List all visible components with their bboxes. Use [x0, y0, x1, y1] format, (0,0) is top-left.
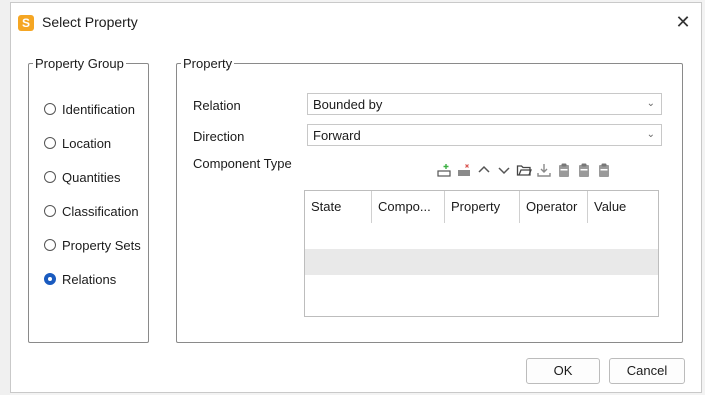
- property-group-legend: Property Group: [35, 56, 124, 71]
- delete-row-icon[interactable]: [455, 160, 473, 180]
- radio-property-sets[interactable]: Property Sets: [44, 235, 141, 255]
- ok-button[interactable]: OK: [526, 358, 600, 384]
- radio-relations[interactable]: Relations: [44, 269, 116, 289]
- property-legend: Property: [183, 56, 233, 71]
- relation-dropdown[interactable]: Bounded by ⌄: [307, 93, 662, 115]
- clipboard-icon[interactable]: [555, 160, 573, 180]
- direction-dropdown[interactable]: Forward ⌄: [307, 124, 662, 146]
- radio-label: Identification: [62, 101, 135, 117]
- add-row-icon[interactable]: [435, 160, 453, 180]
- column-header-component[interactable]: Compo...: [372, 191, 445, 223]
- download-icon[interactable]: [535, 160, 553, 180]
- column-header-property[interactable]: Property: [445, 191, 520, 223]
- app-logo-icon: S: [18, 15, 34, 31]
- relation-value: Bounded by: [313, 97, 383, 112]
- chevron-down-icon: ⌄: [646, 129, 655, 140]
- column-header-value[interactable]: Value: [588, 191, 658, 223]
- table-row[interactable]: [305, 249, 658, 275]
- radio-button[interactable]: [44, 171, 56, 183]
- radio-button[interactable]: [44, 103, 56, 115]
- clipboard-icon[interactable]: [595, 160, 613, 180]
- radio-quantities[interactable]: Quantities: [44, 167, 121, 187]
- component-type-table[interactable]: State Compo... Property Operator Value: [304, 190, 659, 317]
- property-box: Property Relation Bounded by ⌄ Direction…: [176, 56, 683, 343]
- radio-identification[interactable]: Identification: [44, 99, 135, 119]
- component-toolbar: [435, 159, 615, 181]
- property-group-box: Property Group Identification Location Q…: [28, 56, 149, 343]
- direction-label: Direction: [193, 129, 245, 144]
- move-down-icon[interactable]: [495, 160, 513, 180]
- radio-button[interactable]: [44, 239, 56, 251]
- radio-label: Property Sets: [62, 237, 141, 253]
- radio-button[interactable]: [44, 137, 56, 149]
- background-window-edge: [0, 0, 10, 395]
- radio-classification[interactable]: Classification: [44, 201, 139, 221]
- title-bar: S Select Property ✕: [11, 3, 701, 43]
- column-header-operator[interactable]: Operator: [520, 191, 588, 223]
- radio-button[interactable]: [44, 205, 56, 217]
- cancel-button[interactable]: Cancel: [609, 358, 685, 384]
- radio-label: Relations: [62, 271, 117, 287]
- close-icon: ✕: [675, 12, 691, 32]
- radio-location[interactable]: Location: [44, 133, 111, 153]
- table-header: State Compo... Property Operator Value: [305, 191, 658, 223]
- component-type-label: Component Type: [193, 156, 292, 171]
- radio-button-selected[interactable]: [44, 273, 56, 285]
- direction-value: Forward: [313, 128, 361, 143]
- move-up-icon[interactable]: [475, 160, 493, 180]
- close-button[interactable]: ✕: [671, 11, 695, 35]
- relation-label: Relation: [193, 98, 241, 113]
- radio-label: Classification: [62, 203, 139, 219]
- chevron-down-icon: ⌄: [646, 98, 655, 109]
- clipboard-icon[interactable]: [575, 160, 593, 180]
- dialog-title: Select Property: [42, 14, 138, 30]
- open-folder-icon[interactable]: [515, 160, 533, 180]
- radio-label: Quantities: [62, 169, 121, 185]
- radio-label: Location: [62, 135, 112, 151]
- column-header-state[interactable]: State: [305, 191, 372, 223]
